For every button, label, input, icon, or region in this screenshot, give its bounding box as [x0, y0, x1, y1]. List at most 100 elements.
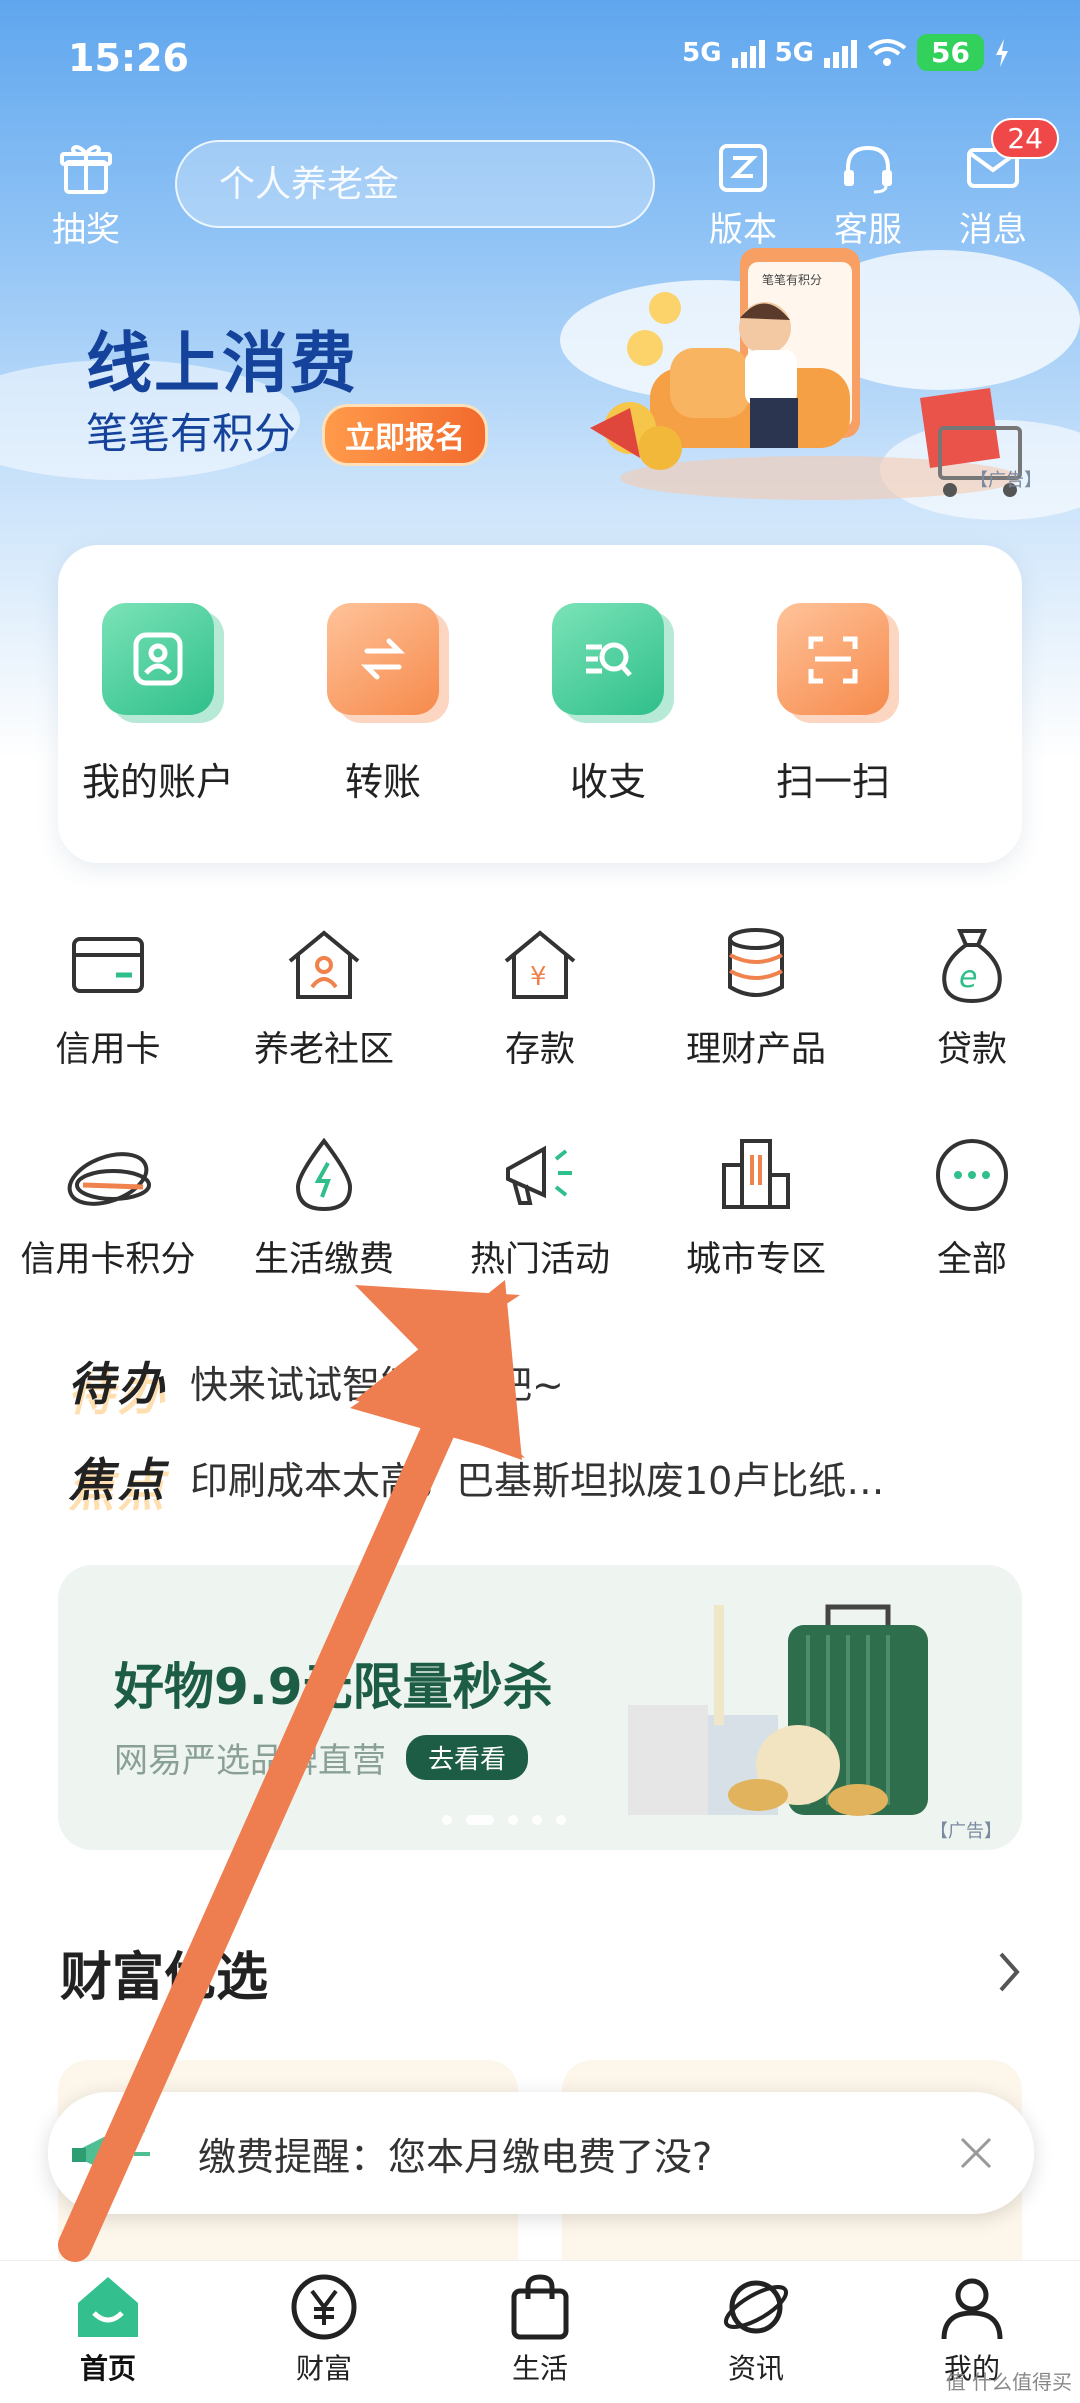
headset-icon [844, 145, 892, 194]
grid-item-city-zone[interactable]: 城市专区 [648, 1135, 864, 1282]
tab-home[interactable]: 首页 [38, 2271, 178, 2387]
network-type-1: 5G [682, 37, 722, 68]
version-button[interactable]: 版本 [693, 140, 793, 251]
grid-label: 全部 [936, 1240, 1007, 1280]
carousel-dot[interactable] [466, 1815, 494, 1825]
quick-action-label: 收支 [569, 760, 646, 804]
tab-label: 财富 [295, 2352, 352, 2385]
yen-circle-icon [291, 2274, 357, 2340]
quick-action-income-expense[interactable]: 收支 [508, 603, 708, 806]
promo-card[interactable]: 好物9.9元限量秒杀 网易严选品牌直营 去看看 【广告】 [58, 1565, 1022, 1850]
utility-drop-icon [295, 1137, 353, 1212]
search-bill-icon [552, 603, 664, 715]
status-icons: 5G 5G 56 [682, 34, 1010, 71]
signal-icon-2 [824, 38, 858, 68]
tab-wealth[interactable]: 财富 [254, 2271, 394, 2387]
home-icon [78, 2277, 138, 2337]
banner-ad-tag: 【广告】 [970, 470, 1042, 491]
toast-text: 缴费提醒：您本月缴电费了没? [198, 2134, 713, 2179]
banner-signup-button[interactable]: 立即报名 [322, 404, 488, 466]
megaphone-icon [72, 2128, 150, 2178]
quick-action-transfer[interactable]: 转账 [283, 603, 483, 806]
promo-view-button[interactable]: 去看看 [406, 1735, 529, 1780]
loan-bag-icon: e [942, 929, 1002, 1004]
close-icon[interactable] [958, 2135, 994, 2171]
grid-item-deposit[interactable]: ¥ 存款 [432, 925, 648, 1072]
search-bar[interactable] [175, 140, 667, 228]
more-dots-icon [936, 1139, 1008, 1211]
transfer-icon [327, 603, 439, 715]
grid-label: 生活缴费 [253, 1240, 394, 1280]
todo-notice[interactable]: 待办 快来试试智能提醒吧~ [68, 1348, 564, 1414]
banner-title: 线上消费 [86, 325, 358, 402]
megaphone-icon [506, 1145, 572, 1205]
chevron-right-icon[interactable] [995, 1950, 1023, 1994]
carousel-dot[interactable] [508, 1815, 518, 1825]
grid-label: 存款 [504, 1030, 575, 1070]
tab-label: 资讯 [727, 2352, 784, 2385]
credit-card-icon [72, 937, 144, 993]
card-points-icon [67, 1152, 151, 1206]
customer-service-button[interactable]: 客服 [818, 140, 918, 251]
carousel-dot[interactable] [442, 1815, 452, 1825]
grid-label: 城市专区 [685, 1240, 826, 1280]
tab-label: 首页 [79, 2352, 136, 2385]
quick-action-label: 我的账户 [81, 760, 234, 804]
scan-icon [777, 603, 889, 715]
grid-label: 养老社区 [253, 1030, 394, 1070]
planet-icon [723, 2280, 789, 2334]
grid-item-card-points[interactable]: 信用卡积分 [0, 1135, 216, 1282]
focus-notice[interactable]: 焦点 印刷成本太高，巴基斯坦拟废10卢比纸… [68, 1444, 884, 1510]
grid-item-credit-card[interactable]: 信用卡 [0, 925, 216, 1072]
promo-subtitle: 网易严选品牌直营 [114, 1741, 386, 1781]
grid-item-wealth-products[interactable]: 理财产品 [648, 925, 864, 1072]
grid-item-all[interactable]: 全部 [864, 1135, 1080, 1282]
status-time: 15:26 [68, 36, 189, 80]
carousel-dot[interactable] [556, 1815, 566, 1825]
signal-icon [731, 38, 765, 68]
carousel-dot[interactable] [532, 1815, 542, 1825]
tab-label: 生活 [511, 2352, 568, 2385]
focus-tag: 焦点 [68, 1453, 168, 1507]
charging-icon [996, 38, 1008, 67]
user-account-icon [102, 603, 214, 715]
grid-item-hot-activities[interactable]: 热门活动 [432, 1135, 648, 1282]
payment-reminder-toast[interactable]: 缴费提醒：您本月缴电费了没? [48, 2092, 1034, 2214]
grid-item-loan[interactable]: e 贷款 [864, 925, 1080, 1072]
section-title: 财富优选 [60, 1948, 269, 2008]
messages-button[interactable]: 24 消息 [943, 118, 1059, 251]
carousel-dots [442, 1815, 566, 1825]
grid-item-utility-payment[interactable]: 生活缴费 [216, 1135, 432, 1282]
coin-stack-icon [728, 928, 784, 997]
version-icon [719, 144, 767, 192]
grid-item-elderly-community[interactable]: 养老社区 [216, 925, 432, 1072]
status-bar: 15:26 5G 5G 56 [0, 0, 1080, 120]
grid-label: 信用卡积分 [20, 1240, 196, 1280]
tab-life[interactable]: 生活 [470, 2271, 610, 2387]
quick-action-label: 扫一扫 [775, 760, 890, 804]
search-input[interactable] [219, 163, 667, 205]
focus-text: 印刷成本太高，巴基斯坦拟废10卢比纸… [190, 1458, 885, 1503]
svg-text:e: e [959, 960, 977, 995]
lottery-label: 抽奖 [52, 210, 120, 250]
shopping-bag-icon [511, 2274, 569, 2340]
banner-subtitle: 笔笔有积分 [86, 409, 297, 458]
quick-action-my-account[interactable]: 我的账户 [58, 603, 258, 806]
promo-title: 好物9.9元限量秒杀 [114, 1658, 553, 1716]
quick-actions-card: 我的账户 转账 收支 扫一扫 [58, 545, 1022, 863]
grid-label: 贷款 [936, 1030, 1007, 1070]
bottom-tab-bar: 首页 财富 生活 资讯 我的 [0, 2260, 1080, 2403]
wifi-icon [867, 38, 907, 66]
promo-products-image [628, 1604, 928, 1816]
lottery-button[interactable]: 抽奖 [36, 140, 136, 251]
elderly-community-icon [288, 930, 360, 999]
grid-label: 信用卡 [55, 1030, 161, 1070]
todo-tag: 待办 [68, 1357, 168, 1411]
tab-news[interactable]: 资讯 [686, 2271, 826, 2387]
message-count-badge: 24 [991, 118, 1059, 159]
todo-text: 快来试试智能提醒吧~ [190, 1362, 564, 1407]
svg-text:¥: ¥ [530, 962, 547, 992]
quick-action-scan[interactable]: 扫一扫 [733, 603, 933, 806]
profile-icon [941, 2278, 1003, 2340]
promo-ad-tag: 【广告】 [930, 1821, 1002, 1842]
